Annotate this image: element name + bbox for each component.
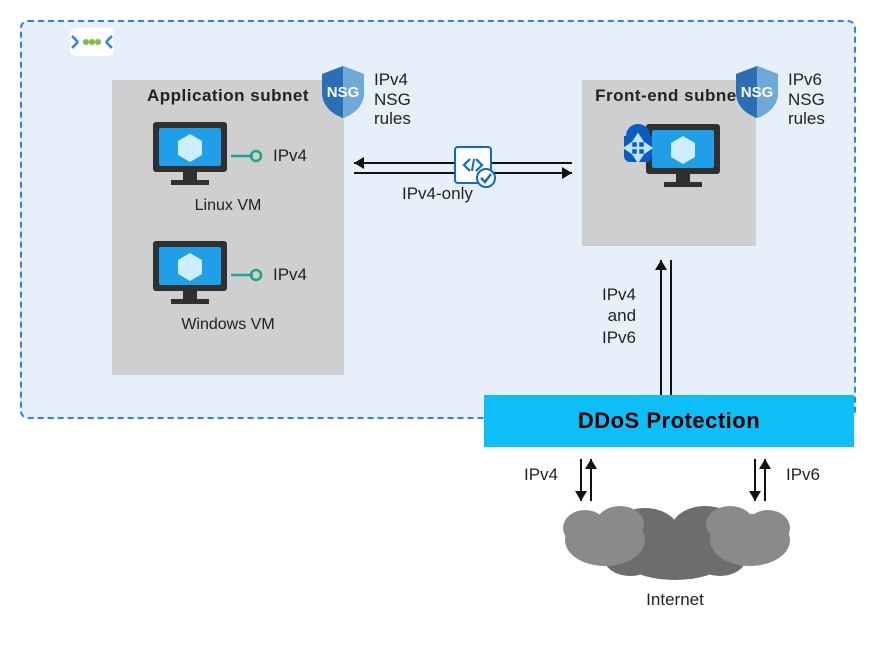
nic-proto-label: IPv4 [273, 265, 307, 285]
vm-icon [149, 237, 231, 312]
internet-label: Internet [560, 590, 790, 610]
vnet-peering-icon [70, 28, 114, 56]
nic-indicator: IPv4 [231, 146, 307, 166]
load-balancer-icon [616, 118, 660, 171]
svg-text:NSG: NSG [741, 84, 774, 101]
vm-windows: IPv4 Windows VM [149, 237, 307, 334]
ddos-internet-right-label: IPv6 [786, 465, 820, 485]
nsg-rules-label: IPv4 NSG rules [374, 70, 411, 129]
frontend-subnet-title: Front-end subnet [595, 80, 743, 106]
application-subnet-title: Application subnet [147, 80, 309, 106]
internet: Internet [560, 480, 790, 620]
nic-indicator: IPv4 [231, 265, 307, 285]
application-subnet: Application subnet [112, 80, 344, 375]
virtual-network: Application subnet [20, 20, 856, 419]
frontend-vm [614, 120, 724, 195]
svg-text:NSG: NSG [327, 84, 360, 101]
ddos-title: DDoS Protection [578, 408, 760, 434]
nsg-rules-label: IPv6 NSG rules [788, 70, 825, 129]
nic-proto-label: IPv4 [273, 146, 307, 166]
vm-icon [149, 118, 231, 193]
app-endpoint-icon [454, 146, 492, 184]
link-front-ddos [650, 248, 680, 418]
nsg-frontend: NSG IPv6 NSG rules [732, 64, 825, 129]
shield-icon: NSG [318, 64, 368, 125]
vm-linux: IPv4 Linux VM [149, 118, 307, 215]
link-app-front-label: IPv4-only [402, 184, 473, 204]
link-front-ddos-label: IPv4 and IPv6 [602, 284, 636, 348]
nsg-app: NSG IPv4 NSG rules [318, 64, 411, 129]
shield-icon: NSG [732, 64, 782, 125]
frontend-subnet: Front-end subnet [582, 80, 756, 246]
vm-label: Linux VM [195, 197, 262, 215]
ddos-internet-left-label: IPv4 [524, 465, 558, 485]
vm-label: Windows VM [181, 316, 274, 334]
ddos-protection: DDoS Protection [484, 395, 854, 447]
